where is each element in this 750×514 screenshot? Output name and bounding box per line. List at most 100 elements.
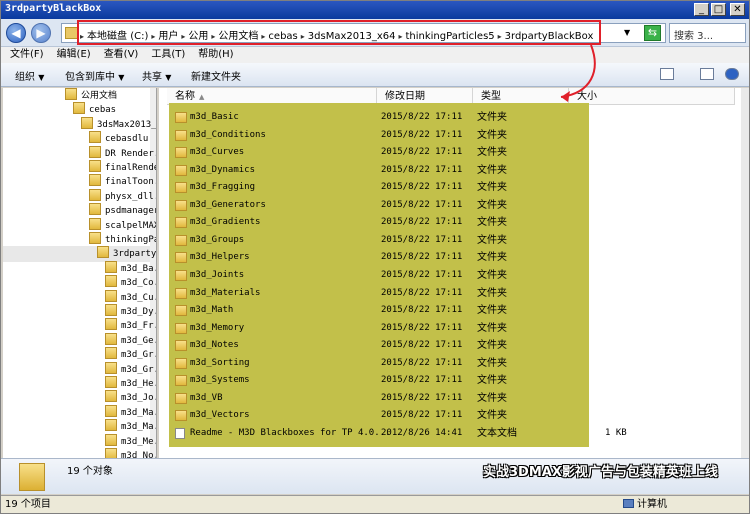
list-item[interactable]: m3d_Joints 2015/8/22 17:11 文件夹 [171, 267, 631, 284]
menu-item[interactable]: 编辑(E) [57, 47, 91, 63]
file-type: 文件夹 [477, 234, 507, 246]
folder-icon [105, 318, 117, 331]
folder-icon [105, 433, 117, 446]
search-input[interactable]: 搜索 3... [669, 23, 746, 43]
file-type: 文件夹 [477, 269, 507, 281]
title-bar[interactable]: 3rdpartyBlackBox _ □ ✕ [1, 1, 749, 19]
tree-item-label: m3d_No... [121, 451, 156, 458]
list-item[interactable]: m3d_Materials 2015/8/22 17:11 文件夹 [171, 285, 631, 302]
chevron-down-icon: ▼ [38, 73, 45, 82]
menu-item[interactable]: 查看(V) [104, 47, 139, 63]
preview-pane-icon[interactable] [700, 68, 714, 80]
folder-icon [175, 147, 187, 159]
status-location-label: 计算机 [637, 499, 667, 510]
organize-button[interactable]: 组织 ▼ [15, 68, 44, 83]
refresh-button[interactable]: ⇆ [644, 25, 661, 41]
folder-icon [97, 246, 109, 259]
file-name: m3d_Conditions [190, 129, 266, 140]
new-folder-button[interactable]: 新建文件夹 [191, 68, 241, 83]
list-item[interactable]: m3d_Memory 2015/8/22 17:11 文件夹 [171, 320, 631, 337]
list-item[interactable]: m3d_VB 2015/8/22 17:11 文件夹 [171, 390, 631, 407]
folder-icon [89, 160, 101, 172]
list-item[interactable]: m3d_Conditions 2015/8/22 17:11 文件夹 [171, 127, 631, 144]
file-date: 2015/8/22 17:11 [381, 147, 463, 158]
folder-icon [175, 357, 187, 369]
file-date: 2015/8/22 17:11 [381, 287, 463, 298]
window-title: 3rdpartyBlackBox [5, 3, 102, 14]
list-item[interactable]: m3d_Math 2015/8/22 17:11 文件夹 [171, 302, 631, 319]
folder-icon [19, 463, 45, 491]
chevron-down-icon[interactable]: ▼ [624, 28, 630, 37]
folder-icon [89, 145, 101, 158]
share-label: 共享 [142, 72, 162, 83]
menu-item[interactable]: 帮助(H) [198, 47, 233, 63]
list-item[interactable]: m3d_Generators 2015/8/22 17:11 文件夹 [171, 197, 631, 214]
list-item[interactable]: m3d_Vectors 2015/8/22 17:11 文件夹 [171, 407, 631, 424]
folder-icon [175, 164, 187, 176]
file-date: 2015/8/22 17:11 [381, 129, 463, 140]
folder-icon [175, 375, 187, 387]
tree-item-label: physx_dll... [105, 191, 156, 202]
maximize-button[interactable]: □ [711, 3, 726, 16]
list-item[interactable]: m3d_Curves 2015/8/22 17:11 文件夹 [171, 144, 631, 161]
folder-icon [175, 182, 187, 194]
folder-icon [175, 252, 187, 264]
menu-item[interactable]: 文件(F) [10, 47, 44, 63]
list-item[interactable]: m3d_Gradients 2015/8/22 17:11 文件夹 [171, 214, 631, 231]
folder-icon [105, 289, 117, 302]
navigation-tree[interactable]: 公用文档 cebas 3dsMax2013_... cebasdlu DR Render… [3, 88, 157, 458]
tree-item-label: m3d_Ba... [121, 263, 156, 274]
file-type: 文件夹 [477, 410, 507, 422]
list-item[interactable]: m3d_Fragging 2015/8/22 17:11 文件夹 [171, 179, 631, 196]
file-name: m3d_Systems [190, 375, 250, 386]
file-type: 文件夹 [477, 252, 507, 264]
close-button[interactable]: ✕ [730, 3, 745, 16]
file-date: 2015/8/22 17:11 [381, 305, 463, 316]
list-item[interactable]: m3d_Basic 2015/8/22 17:11 文件夹 [171, 109, 631, 126]
tree-item-label: cebas [89, 105, 117, 116]
file-type: 文本文档 [477, 427, 517, 439]
chevron-down-icon: ▼ [118, 73, 125, 82]
tree-item-label: m3d_Gr... [121, 364, 156, 375]
include-library-button[interactable]: 包含到库中 ▼ [65, 68, 124, 83]
file-name: m3d_Generators [190, 199, 266, 210]
folder-icon [105, 448, 117, 458]
folder-icon [89, 188, 101, 201]
minimize-button[interactable]: _ [694, 3, 709, 16]
list-item[interactable]: m3d_Sorting 2015/8/22 17:11 文件夹 [171, 355, 631, 372]
file-type: 文件夹 [477, 199, 507, 211]
include-library-label: 包含到库中 [65, 72, 115, 83]
file-size: 1 KB [605, 427, 627, 438]
tree-item-label: m3d_Gr... [121, 350, 156, 361]
list-item[interactable]: m3d_Helpers 2015/8/22 17:11 文件夹 [171, 249, 631, 266]
tree-item-label: m3d_Fr... [121, 321, 156, 332]
back-button[interactable]: ◀ [6, 23, 26, 43]
list-item[interactable]: m3d_Systems 2015/8/22 17:11 文件夹 [171, 372, 631, 389]
text-file-icon [175, 427, 185, 439]
tree-item-label: finalRende... [105, 163, 156, 173]
forward-button[interactable]: ▶ [31, 23, 51, 43]
file-type: 文件夹 [477, 217, 507, 229]
help-icon[interactable] [725, 68, 739, 80]
file-name: m3d_Gradients [190, 217, 261, 228]
list-item[interactable]: m3d_Groups 2015/8/22 17:11 文件夹 [171, 232, 631, 249]
view-options-icon[interactable] [660, 68, 674, 80]
share-button[interactable]: 共享 ▼ [142, 68, 171, 83]
tree-item-label: psdmanager [105, 206, 157, 217]
list-item[interactable]: m3d_Dynamics 2015/8/22 17:11 文件夹 [171, 162, 631, 179]
file-name: m3d_Groups [190, 234, 245, 245]
menu-item[interactable]: 工具(T) [151, 47, 185, 63]
folder-icon [175, 217, 187, 229]
tree-item[interactable]: m3d_No... [105, 448, 156, 458]
file-date: 2015/8/22 17:11 [381, 199, 463, 210]
folder-icon [175, 322, 187, 334]
list-item[interactable]: Readme - M3D Blackboxes for TP 4.0... 201… [171, 425, 631, 442]
tree-item-label: m3d_Me... [121, 436, 156, 447]
list-scrollbar[interactable] [741, 88, 749, 458]
file-name: m3d_Sorting [190, 357, 250, 368]
object-count: 19 个对象 [67, 466, 113, 477]
file-name: Readme - M3D Blackboxes for TP 4.0... [190, 427, 391, 438]
file-type: 文件夹 [477, 182, 507, 194]
list-item[interactable]: m3d_Notes 2015/8/22 17:11 文件夹 [171, 337, 631, 354]
file-name: m3d_Vectors [190, 410, 250, 421]
